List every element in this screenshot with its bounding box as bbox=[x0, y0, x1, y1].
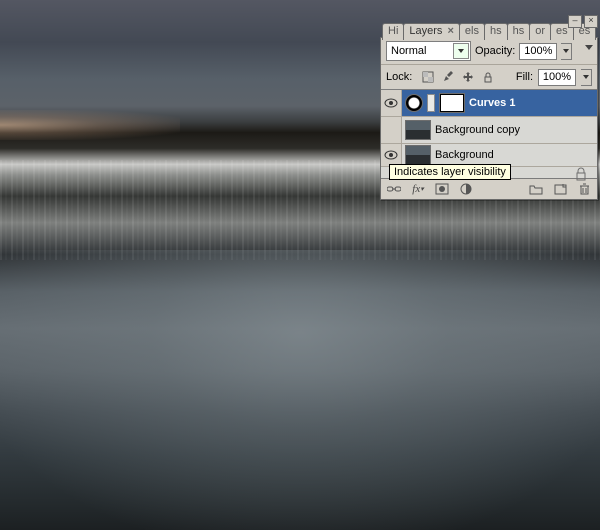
layer-row-background-copy[interactable]: Background copy bbox=[381, 117, 597, 144]
panel-window-controls: – × bbox=[568, 15, 598, 28]
visibility-tooltip: Indicates layer visibility bbox=[389, 164, 511, 180]
layer-mask-thumb[interactable] bbox=[439, 93, 465, 113]
layers-panel-footer: fx▾ bbox=[381, 178, 597, 199]
panel-menu-button[interactable] bbox=[584, 42, 594, 52]
panel-tabs: Hi Layers × els hs hs or es es bbox=[382, 22, 595, 40]
new-layer-button[interactable] bbox=[552, 181, 568, 197]
layers-panel: Normal Opacity: 100% Lock: bbox=[380, 37, 598, 200]
layer-thumb-background-copy bbox=[405, 120, 431, 140]
link-indicator-icon bbox=[427, 94, 435, 112]
panel-close-button[interactable]: × bbox=[584, 15, 598, 28]
lock-position-button[interactable] bbox=[459, 68, 477, 86]
blend-mode-select[interactable]: Normal bbox=[386, 41, 471, 61]
link-layers-button[interactable] bbox=[386, 181, 402, 197]
eye-icon bbox=[384, 98, 398, 108]
layer-name-background: Background bbox=[435, 149, 494, 161]
delete-layer-button[interactable] bbox=[576, 181, 592, 197]
blend-opacity-row: Normal Opacity: 100% bbox=[381, 38, 597, 65]
lock-fill-row: Lock: Fill: 100% bbox=[381, 65, 597, 90]
tab-frag-3[interactable]: or bbox=[529, 23, 551, 40]
tab-history-partial[interactable]: Hi bbox=[382, 23, 404, 40]
visibility-toggle-curves[interactable] bbox=[381, 90, 402, 116]
fill-input[interactable]: 100% bbox=[538, 69, 576, 86]
blend-mode-value: Normal bbox=[391, 45, 426, 57]
tab-layers[interactable]: Layers × bbox=[403, 23, 460, 40]
layer-thumb-background bbox=[405, 145, 431, 165]
new-group-button[interactable] bbox=[528, 181, 544, 197]
background-lock-icon bbox=[575, 167, 587, 181]
add-mask-button[interactable] bbox=[434, 181, 450, 197]
layer-row-curves[interactable]: Curves 1 bbox=[381, 90, 597, 117]
new-adjustment-button[interactable] bbox=[458, 181, 474, 197]
tab-layers-label: Layers bbox=[409, 25, 442, 37]
chevron-down-icon bbox=[453, 43, 469, 59]
opacity-input[interactable]: 100% bbox=[519, 43, 557, 60]
visibility-toggle-background[interactable] bbox=[381, 144, 402, 166]
lock-all-button[interactable] bbox=[479, 68, 497, 86]
layer-name-curves: Curves 1 bbox=[469, 97, 515, 109]
panel-minimize-button[interactable]: – bbox=[568, 15, 582, 28]
fill-label: Fill: bbox=[516, 71, 533, 83]
layer-list: Curves 1 Background copy Background bbox=[381, 90, 597, 178]
fill-flyout-button[interactable] bbox=[581, 69, 592, 86]
lock-paint-button[interactable] bbox=[439, 68, 457, 86]
lock-icon-group bbox=[419, 68, 497, 86]
lock-transparency-button[interactable] bbox=[419, 68, 437, 86]
opacity-label: Opacity: bbox=[475, 45, 515, 57]
tab-frag-0[interactable]: els bbox=[459, 23, 485, 40]
eye-icon bbox=[384, 150, 398, 160]
tab-frag-1[interactable]: hs bbox=[484, 23, 508, 40]
lock-label: Lock: bbox=[386, 71, 412, 83]
tab-layers-close-icon[interactable]: × bbox=[447, 25, 453, 37]
tab-frag-2[interactable]: hs bbox=[507, 23, 531, 40]
visibility-toggle-background-copy[interactable] bbox=[381, 117, 402, 143]
curves-adjustment-thumb bbox=[405, 94, 423, 112]
layer-style-button[interactable]: fx▾ bbox=[410, 181, 426, 197]
opacity-flyout-button[interactable] bbox=[561, 43, 572, 60]
mist-overlay bbox=[0, 250, 600, 530]
layer-name-background-copy: Background copy bbox=[435, 124, 520, 136]
